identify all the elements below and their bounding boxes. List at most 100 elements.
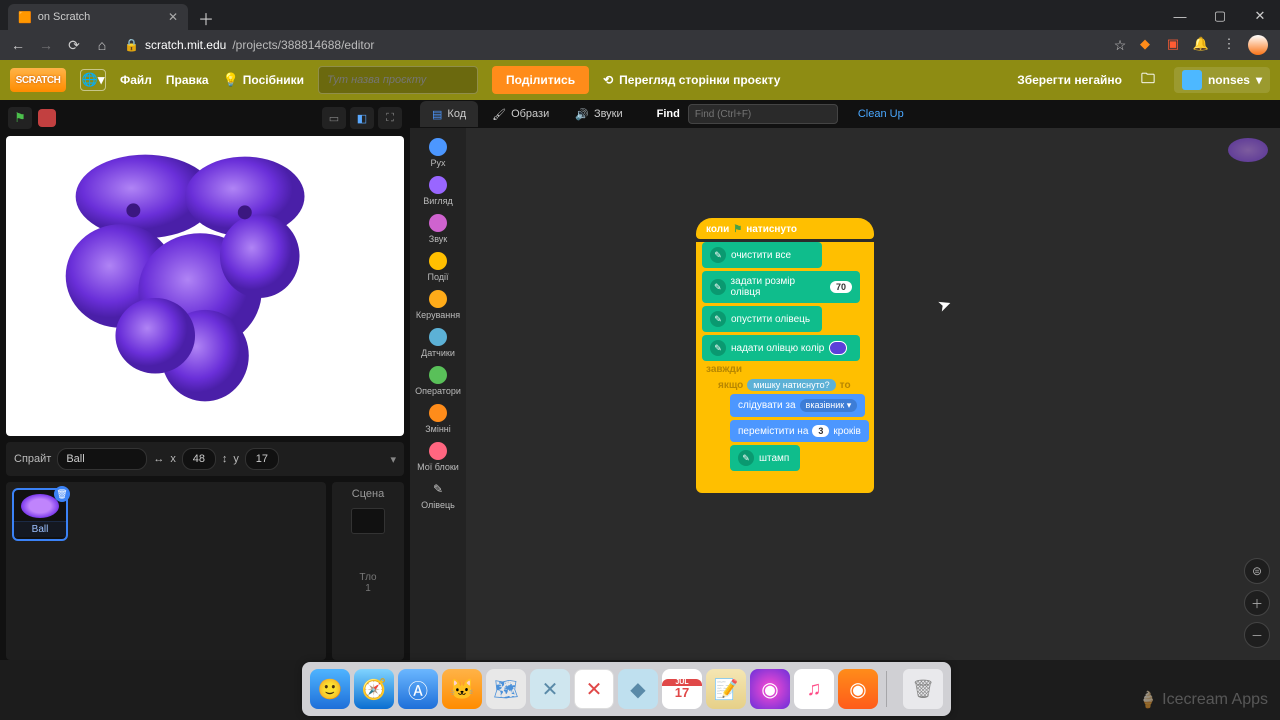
profile-avatar-icon[interactable] <box>1248 35 1268 55</box>
small-stage-icon[interactable]: ▭ <box>322 107 346 129</box>
block-stamp[interactable]: ✎штамп <box>730 445 800 471</box>
app-icon[interactable]: ✕ <box>574 669 614 709</box>
reload-icon[interactable]: ⟳ <box>62 33 86 57</box>
new-tab-button[interactable]: ＋ <box>188 6 224 30</box>
ext-icon[interactable]: ▣ <box>1164 35 1182 53</box>
sprite-tile-name: Ball <box>14 521 66 537</box>
sprite-watermark-icon <box>1228 138 1268 162</box>
cat-dot-icon <box>429 176 447 194</box>
green-flag-button[interactable]: ⚑ <box>8 107 32 129</box>
project-title-input[interactable] <box>318 66 478 94</box>
appstore-icon[interactable]: Ⓐ <box>398 669 438 709</box>
app-icon[interactable]: ◆ <box>618 669 658 709</box>
bell-icon[interactable]: 🔔 <box>1192 35 1210 53</box>
watermark: 🍦 Icecream Apps <box>1138 690 1268 710</box>
home-icon[interactable]: ⌂ <box>90 33 114 57</box>
save-now-button[interactable]: Зберегти негайно <box>1017 73 1122 87</box>
tutorials-button[interactable]: 💡 Посібники <box>223 72 304 88</box>
browser-tab[interactable]: 🟧 on Scratch ✕ <box>8 4 188 30</box>
cat-variables[interactable]: Змінні <box>425 404 451 434</box>
edit-menu[interactable]: Правка <box>166 73 209 87</box>
cat-looks[interactable]: Вигляд <box>423 176 453 206</box>
star-icon[interactable]: ☆ <box>1108 33 1132 57</box>
zoom-out-icon[interactable]: － <box>1244 622 1270 648</box>
fullscreen-icon[interactable]: ⛶ <box>378 107 402 129</box>
scripts-area[interactable]: коли ⚑ натиснуто ✎очистити все ✎задати р… <box>466 128 1280 660</box>
cat-sensing[interactable]: Датчики <box>421 328 455 358</box>
editor-tabs: ▤Код 🖌Образи 🔊Звуки Find Clean Up <box>410 100 1280 128</box>
scratch-app-icon[interactable]: 🐱 <box>442 669 482 709</box>
maps-icon[interactable]: 🗺 <box>486 669 526 709</box>
language-icon[interactable]: 🌐▾ <box>80 69 106 91</box>
cat-sound[interactable]: Звук <box>429 214 447 244</box>
expand-icon[interactable]: ▾ <box>390 453 396 466</box>
block-follow[interactable]: слідувати завказівник ▾ <box>730 394 865 417</box>
scratch-logo[interactable]: SCRATCH <box>10 68 66 92</box>
tab-sounds[interactable]: 🔊Звуки <box>563 101 634 127</box>
close-icon[interactable]: ✕ <box>168 10 178 24</box>
delete-sprite-icon[interactable]: 🗑 <box>54 486 70 502</box>
sprite-x-input[interactable] <box>182 448 216 470</box>
block-move[interactable]: перемістити на3кроків <box>730 420 869 442</box>
see-project-page[interactable]: ⟲ Перегляд сторінки проєкту <box>603 73 780 87</box>
finder-icon[interactable]: 🙂 <box>310 669 350 709</box>
cat-operators[interactable]: Оператори <box>415 366 461 396</box>
account-menu[interactable]: nonses ▾ <box>1174 67 1270 93</box>
menu-icon[interactable]: ⋮ <box>1220 35 1238 53</box>
cat-dot-icon <box>429 404 447 422</box>
workspace: Рух Вигляд Звук Події Керування Датчики … <box>410 128 1280 660</box>
sprite-y-input[interactable] <box>245 448 279 470</box>
move-steps-input[interactable]: 3 <box>812 425 829 437</box>
cat-events[interactable]: Події <box>427 252 448 282</box>
block-pen-size[interactable]: ✎задати розмір олівця70 <box>702 271 860 303</box>
block-pen-down[interactable]: ✎опустити олівець <box>702 306 822 332</box>
large-stage-icon[interactable]: ◧ <box>350 107 374 129</box>
tab-code[interactable]: ▤Код <box>420 101 478 127</box>
cleanup-button[interactable]: Clean Up <box>858 108 904 120</box>
share-button[interactable]: Поділитись <box>492 66 589 94</box>
sprite-name-input[interactable] <box>57 448 147 470</box>
back-icon[interactable]: ← <box>6 33 30 57</box>
zoom-in-icon[interactable]: ＋ <box>1244 590 1270 616</box>
hat-block[interactable]: коли ⚑ натиснуто <box>696 218 874 239</box>
maximize-icon[interactable]: ▢ <box>1200 2 1240 30</box>
forward-icon[interactable]: → <box>34 33 58 57</box>
color-picker-icon[interactable] <box>829 341 847 355</box>
tab-costumes[interactable]: 🖌Образи <box>480 101 561 127</box>
brush-icon: 🖌 <box>492 108 506 121</box>
mouse-down-reporter[interactable]: мишку натиснуто? <box>747 379 835 391</box>
cat-pen[interactable]: ✎Олівець <box>421 480 455 510</box>
minimize-icon[interactable]: ― <box>1160 2 1200 30</box>
stage-selector[interactable]: Сцена Тло 1 <box>332 482 404 660</box>
notes-icon[interactable]: 📝 <box>706 669 746 709</box>
file-menu[interactable]: Файл <box>120 73 152 87</box>
safari-icon[interactable]: 🧭 <box>354 669 394 709</box>
block-if[interactable]: якщо мишку натиснуто? то <box>712 376 874 391</box>
stage-header: ⚑ ▭ ◧ ⛶ <box>6 104 404 132</box>
calendar-icon[interactable]: JUL17 <box>662 669 702 709</box>
arrows-v-icon: ↕ <box>222 453 228 465</box>
cat-myblocks[interactable]: Мої блоки <box>417 442 459 472</box>
find-input[interactable] <box>688 104 838 124</box>
stop-button[interactable] <box>38 109 56 127</box>
ext-icon[interactable]: ◆ <box>1136 35 1154 53</box>
app-icon[interactable]: ✕ <box>530 669 570 709</box>
url-field[interactable]: 🔒 scratch.mit.edu/projects/388814688/edi… <box>118 38 1104 52</box>
music-icon[interactable]: ♫ <box>794 669 834 709</box>
trash-icon[interactable]: 🗑 <box>903 669 943 709</box>
mystuff-icon[interactable]: 🗀 <box>1136 68 1160 92</box>
stage-canvas[interactable] <box>6 136 404 436</box>
block-pen-color[interactable]: ✎надати олівцю колір <box>702 335 860 361</box>
block-stack[interactable]: коли ⚑ натиснуто ✎очистити все ✎задати р… <box>696 218 874 493</box>
cat-control[interactable]: Керування <box>416 290 460 320</box>
pointer-dropdown[interactable]: вказівник ▾ <box>800 399 858 412</box>
code-icon: ▤ <box>432 108 442 121</box>
recorder-icon[interactable]: ◉ <box>838 669 878 709</box>
zoom-reset-icon[interactable]: ⊜ <box>1244 558 1270 584</box>
block-erase-all[interactable]: ✎очистити все <box>702 242 822 268</box>
close-window-icon[interactable]: ✕ <box>1240 2 1280 30</box>
pen-size-input[interactable]: 70 <box>830 281 852 293</box>
siri-icon[interactable]: ◉ <box>750 669 790 709</box>
cat-motion[interactable]: Рух <box>429 138 447 168</box>
sprite-tile[interactable]: 🗑 Ball <box>12 488 68 541</box>
